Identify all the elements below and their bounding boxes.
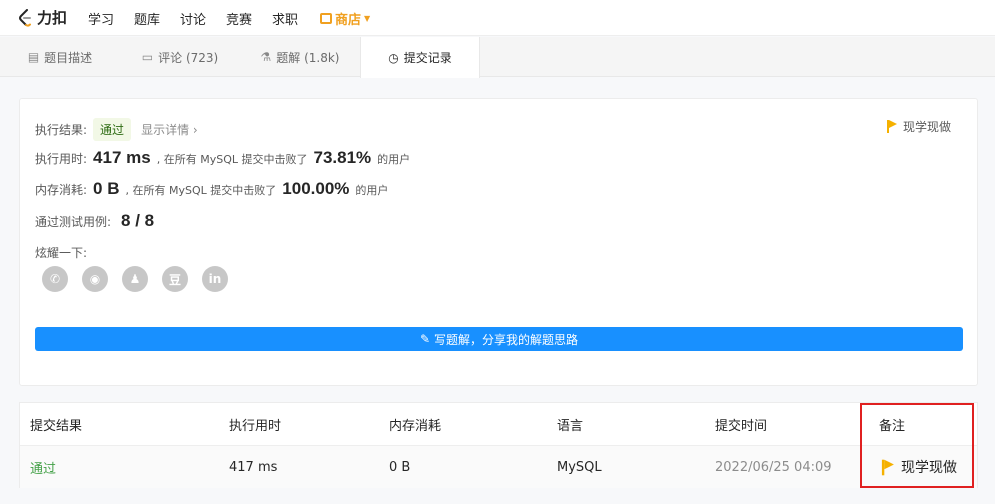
show-details-link[interactable]: 显示详情 ›	[141, 121, 198, 138]
submissions-table: 提交结果 执行用时 内存消耗 语言 提交时间 备注 通过 417 ms 0 B …	[19, 402, 978, 488]
status-badge: 通过	[93, 118, 132, 141]
pencil-icon: ✎	[419, 332, 431, 346]
learn-now-label: 现学现做	[902, 120, 951, 134]
nav-jobs[interactable]: 求职	[272, 9, 298, 28]
share-icons: ✆ ◉ ♟ 豆 in	[42, 266, 242, 292]
write-solution-button[interactable]: ✎ 写题解，分享我的解题思路	[35, 327, 963, 351]
table-header: 提交结果 执行用时 内存消耗 语言 提交时间 备注	[20, 403, 977, 446]
tab-solutions[interactable]: ⚗ 题解 (1.8k)	[240, 37, 360, 77]
description-icon: ▤	[27, 50, 40, 64]
runtime-desc: , 在所有 MySQL 提交中击败了	[156, 153, 308, 166]
share-label: 炫耀一下:	[35, 246, 88, 260]
tab-submissions[interactable]: ◷ 提交记录	[360, 37, 480, 78]
problem-tabs: ▤ 题目描述 ▭ 评论 (723) ⚗ 题解 (1.8k) ◷ 提交记录	[0, 37, 995, 78]
wechat-icon[interactable]: ✆	[42, 266, 68, 292]
highlight-box	[860, 403, 974, 488]
runtime-row: 执行用时: 417 ms , 在所有 MySQL 提交中击败了 73.81% 的…	[35, 148, 410, 168]
nav-learn[interactable]: 学习	[88, 9, 114, 28]
logo[interactable]: 力扣	[18, 7, 67, 28]
row-status[interactable]: 通过	[30, 446, 56, 488]
memory-tail: 的用户	[355, 184, 389, 197]
tab-description-label: 题目描述	[44, 50, 93, 65]
test-cases-label: 通过测试用例:	[35, 215, 112, 229]
row-language: MySQL	[557, 459, 602, 475]
nav-store-label: 商店	[335, 13, 362, 28]
linkedin-icon[interactable]: in	[202, 266, 228, 292]
runtime-label: 执行用时:	[35, 152, 88, 166]
memory-label: 内存消耗:	[35, 183, 88, 197]
runtime-percentile: 73.81%	[313, 148, 372, 167]
leetcode-logo-icon	[19, 8, 31, 27]
tab-comments[interactable]: ▭ 评论 (723)	[120, 37, 240, 77]
learn-now-link[interactable]: 现学现做	[886, 118, 951, 135]
memory-value: 0 B	[93, 179, 120, 198]
store-icon	[320, 13, 332, 24]
tab-submissions-label: 提交记录	[403, 51, 452, 65]
header-runtime: 执行用时	[229, 418, 282, 434]
comment-icon: ▭	[141, 50, 154, 64]
nav-store[interactable]: 商店 ▼	[320, 9, 370, 28]
nav-discuss[interactable]: 讨论	[180, 9, 206, 28]
qq-icon[interactable]: ♟	[122, 266, 148, 292]
test-cases-row: 通过测试用例: 8 / 8	[35, 211, 160, 231]
nav-problems[interactable]: 题库	[134, 9, 160, 28]
test-cases-value: 8 / 8	[121, 211, 155, 230]
memory-row: 内存消耗: 0 B , 在所有 MySQL 提交中击败了 100.00% 的用户	[35, 179, 388, 199]
caret-down-icon: ▼	[364, 14, 371, 23]
flask-icon: ⚗	[260, 50, 272, 64]
header-submit-time: 提交时间	[715, 418, 768, 434]
runtime-value: 417 ms	[93, 148, 151, 167]
share-row: 炫耀一下:	[35, 244, 87, 261]
row-memory: 0 B	[389, 459, 411, 475]
runtime-tail: 的用户	[377, 153, 411, 166]
logo-text: 力扣	[37, 9, 68, 27]
douban-icon[interactable]: 豆	[162, 266, 188, 292]
row-submit-time: 2022/06/25 04:09	[715, 459, 832, 475]
submission-result-card: 执行结果: 通过 显示详情 › 现学现做 执行用时: 417 ms , 在所有 …	[19, 98, 978, 386]
write-solution-label: 写题解，分享我的解题思路	[434, 332, 579, 347]
result-status-row: 执行结果: 通过 显示详情 ›	[35, 118, 198, 141]
top-navbar: 力扣 学习 题库 讨论 竞赛 求职 商店 ▼	[0, 0, 995, 36]
memory-percentile: 100.00%	[282, 179, 350, 198]
memory-desc: , 在所有 MySQL 提交中击败了	[125, 184, 277, 197]
clock-icon: ◷	[388, 50, 399, 65]
header-status: 提交结果	[30, 418, 83, 434]
tab-comments-label: 评论 (723)	[158, 50, 219, 65]
flag-icon	[886, 120, 898, 133]
header-memory: 内存消耗	[389, 418, 442, 434]
weibo-icon[interactable]: ◉	[82, 266, 108, 292]
nav-contest[interactable]: 竞赛	[226, 9, 252, 28]
result-status-label: 执行结果:	[35, 123, 88, 137]
header-language: 语言	[557, 418, 584, 434]
table-row[interactable]: 通过 417 ms 0 B MySQL 2022/06/25 04:09 现学现…	[20, 446, 977, 488]
tab-description[interactable]: ▤ 题目描述	[0, 37, 120, 77]
tab-solutions-label: 题解 (1.8k)	[276, 50, 340, 65]
row-runtime: 417 ms	[229, 459, 278, 475]
